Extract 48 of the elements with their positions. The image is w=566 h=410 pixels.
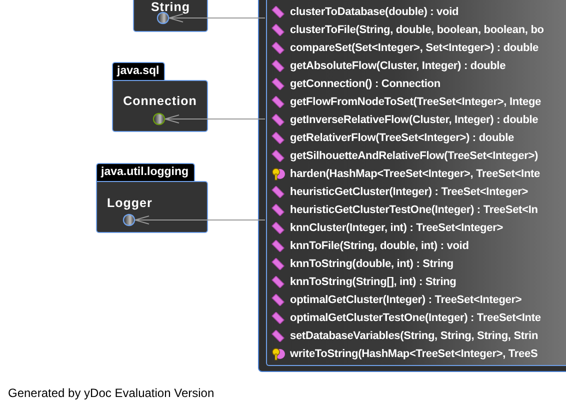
footer-text: Generated by yDoc Evaluation Version <box>8 386 214 400</box>
method-signature: clusterToFile(String, double, boolean, boolean, bo <box>290 24 544 36</box>
interface-icon <box>152 112 166 126</box>
method-signature: harden(HashMap<TreeSet<Integer>, TreeSet<Inte <box>290 168 540 180</box>
method-signature: getAbsoluteFlow(Cluster, Integer) : double <box>290 60 506 72</box>
method-icon <box>271 186 285 198</box>
method-icon <box>271 6 285 18</box>
method-icon <box>271 330 285 342</box>
interface-icon <box>122 214 136 226</box>
key-icon <box>271 167 285 181</box>
method-signature: getSilhouetteAndRelativeFlow(TreeSet<Integer>) <box>290 150 538 162</box>
method-icon <box>271 24 285 36</box>
method-signature: optimalGetClusterTestOne(Integer) : TreeSet<Inte <box>290 312 541 324</box>
method-signature: optimalGetCluster(Integer) : TreeSet<Integer> <box>290 294 522 306</box>
method-signature: heuristicGetClusterTestOne(Integer) : TreeSet<In <box>290 204 538 216</box>
method-signature: heuristicGetCluster(Integer) : TreeSet<Integer> <box>290 186 528 198</box>
method-signature: clusterToDatabase(double) : void <box>290 6 459 18</box>
method-signature: knnCluster(Integer, int) : TreeSet<Integer> <box>290 222 503 234</box>
method-signature: getFlowFromNodeToSet(TreeSet<Integer>, Intege <box>290 96 541 108</box>
interface-name: Logger <box>107 196 152 210</box>
method-icon <box>271 114 285 126</box>
method-icon <box>271 132 285 144</box>
method-icon <box>271 204 285 216</box>
method-icon <box>271 276 285 288</box>
method-icon <box>271 294 285 306</box>
package-label: java.sql <box>112 62 166 80</box>
method-signature: knnToString(double, int) : String <box>290 258 454 270</box>
method-icon <box>271 96 285 108</box>
method-signature: getConnection() : Connection <box>290 78 440 90</box>
method-signature: setDatabaseVariables(String, String, String, Strin <box>290 330 538 342</box>
method-icon <box>271 78 285 90</box>
key-icon <box>271 347 285 361</box>
package-label: java.util.logging <box>96 163 195 181</box>
method-icon <box>271 312 285 324</box>
method-icon <box>271 42 285 54</box>
method-icon <box>271 150 285 162</box>
method-signature: knnToString(String[], int) : String <box>290 276 456 288</box>
method-signature: getInverseRelativeFlow(Cluster, Integer) : double <box>290 114 538 126</box>
method-icon <box>271 258 285 270</box>
method-signature: getRelativerFlow(TreeSet<Integer>) : double <box>290 132 514 144</box>
interface-name: String <box>150 0 190 14</box>
method-signature: writeToString(HashMap<TreeSet<Integer>, TreeS <box>290 348 538 360</box>
method-icon <box>271 222 285 234</box>
method-icon <box>271 240 285 252</box>
interface-name: Connection <box>123 94 197 108</box>
method-icon <box>271 60 285 72</box>
method-signature: knnToFile(String, double, int) : void <box>290 240 469 252</box>
method-signature: compareSet(Set<Integer>, Set<Integer>) : double <box>290 42 538 54</box>
